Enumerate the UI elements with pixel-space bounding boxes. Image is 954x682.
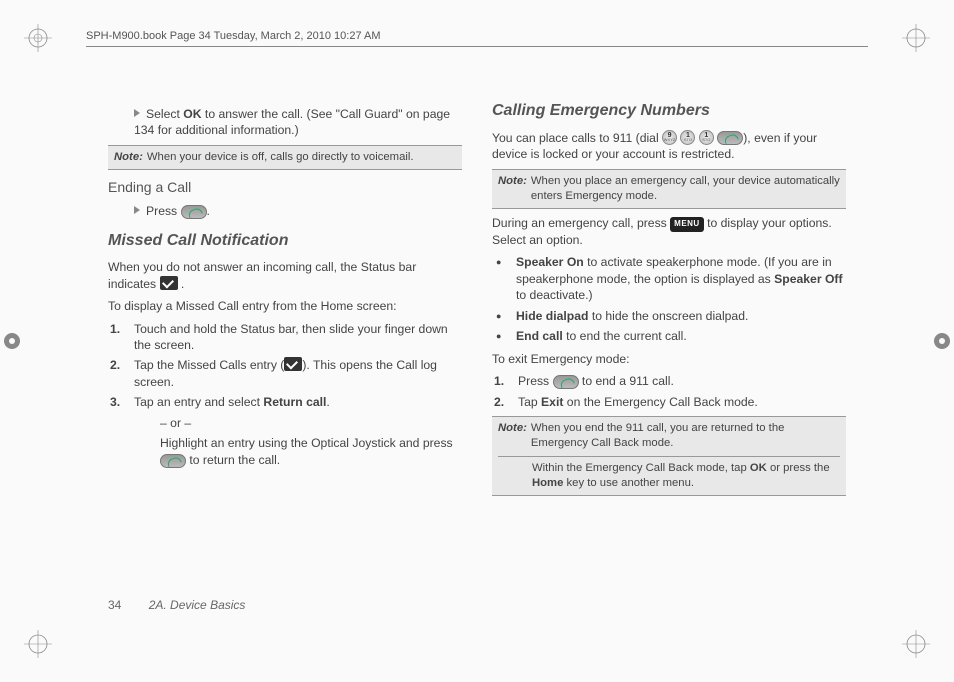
text: Press bbox=[518, 374, 553, 388]
exit-label: Exit bbox=[541, 395, 563, 409]
note-box-2: Note: When you place an emergency call, … bbox=[492, 169, 846, 210]
missed-steps: Touch and hold the Status bar, then slid… bbox=[108, 321, 462, 469]
speaker-on-label: Speaker On bbox=[516, 255, 584, 269]
ending-call-step: Press . bbox=[108, 203, 462, 219]
crop-mark-br bbox=[902, 630, 930, 658]
missed-call-icon bbox=[284, 357, 302, 371]
section-title: 2A. Device Basics bbox=[149, 598, 246, 612]
ending-call-heading: Ending a Call bbox=[108, 178, 462, 197]
text: During an emergency call, press bbox=[492, 216, 670, 230]
note-label: Note: bbox=[498, 174, 527, 205]
crop-mark-tl bbox=[24, 24, 52, 52]
note-divider bbox=[498, 456, 840, 457]
note-text: When you place an emergency call, your d… bbox=[531, 174, 840, 205]
right-column: Calling Emergency Numbers You can place … bbox=[492, 100, 846, 582]
missed-p1: When you do not answer an incoming call,… bbox=[108, 259, 462, 292]
text: Tap bbox=[518, 395, 541, 409]
exit-emergency-head: To exit Emergency mode: bbox=[492, 351, 846, 367]
note-label: Note: bbox=[114, 150, 143, 165]
key-1-icon: 1STO bbox=[699, 130, 714, 145]
crop-mark-tr bbox=[902, 24, 930, 52]
hide-dialpad-label: Hide dialpad bbox=[516, 309, 588, 323]
crop-mark-bl bbox=[24, 630, 52, 658]
text: to end the current call. bbox=[563, 329, 687, 343]
text: to return the call. bbox=[186, 453, 280, 467]
emergency-p2: During an emergency call, press MENU to … bbox=[492, 215, 846, 248]
step-1: Touch and hold the Status bar, then slid… bbox=[124, 321, 462, 354]
text: to hide the onscreen dialpad. bbox=[588, 309, 748, 323]
home-label: Home bbox=[532, 477, 563, 489]
text: When you do not answer an incoming call,… bbox=[108, 260, 416, 290]
text: Within the Emergency Call Back mode, tap bbox=[532, 462, 750, 474]
step-3: Tap an entry and select Return call. – o… bbox=[124, 394, 462, 468]
ok-label: OK bbox=[750, 462, 767, 474]
text: Press bbox=[146, 204, 181, 218]
page-number: 34 bbox=[108, 598, 121, 612]
emergency-heading: Calling Emergency Numbers bbox=[492, 100, 846, 122]
text: or press the bbox=[767, 462, 830, 474]
text: Touch and hold the Status bar, then slid… bbox=[134, 322, 448, 352]
menu-key-icon: MENU bbox=[670, 217, 704, 232]
key-1-icon: 1STO bbox=[680, 130, 695, 145]
opt-hide-dialpad: Hide dialpad to hide the onscreen dialpa… bbox=[508, 308, 846, 324]
text: . bbox=[326, 395, 329, 409]
end-call-label: End call bbox=[516, 329, 563, 343]
missed-p2: To display a Missed Call entry from the … bbox=[108, 298, 462, 314]
side-bleed-mark-left bbox=[2, 331, 22, 351]
triangle-bullet-icon bbox=[134, 109, 140, 117]
note-text-2: Within the Emergency Call Back mode, tap… bbox=[498, 461, 840, 492]
note-box-3: Note: When you end the 911 call, you are… bbox=[492, 416, 846, 496]
return-call-label: Return call bbox=[263, 395, 326, 409]
missed-call-heading: Missed Call Notification bbox=[108, 230, 462, 252]
ok-label: OK bbox=[183, 107, 201, 121]
text: key to use another menu. bbox=[563, 477, 694, 489]
intro-line: Select OK to answer the call. (See "Call… bbox=[108, 106, 462, 139]
call-key-icon bbox=[717, 131, 743, 145]
missed-call-icon bbox=[160, 276, 178, 290]
exit-step-1: Press to end a 911 call. bbox=[508, 373, 846, 389]
note-box-1: Note: When your device is off, calls go … bbox=[108, 145, 462, 170]
emergency-p1: You can place calls to 911 (dial 9WXYZ 1… bbox=[492, 130, 846, 163]
content-columns: Select OK to answer the call. (See "Call… bbox=[108, 100, 846, 582]
left-column: Select OK to answer the call. (See "Call… bbox=[108, 100, 462, 582]
text: Tap an entry and select bbox=[134, 395, 263, 409]
page-footer: 34 2A. Device Basics bbox=[108, 598, 245, 612]
text: Highlight an entry using the Optical Joy… bbox=[160, 436, 453, 450]
note-text: When your device is off, calls go direct… bbox=[147, 150, 456, 165]
exit-steps: Press to end a 911 call. Tap Exit on the… bbox=[492, 373, 846, 410]
step-2: Tap the Missed Calls entry (). This open… bbox=[124, 357, 462, 390]
side-bleed-mark-right bbox=[932, 331, 952, 351]
key-9-icon: 9WXYZ bbox=[662, 130, 677, 145]
text: Tap the Missed Calls entry ( bbox=[134, 358, 284, 372]
text: to end a 911 call. bbox=[579, 374, 674, 388]
emergency-options: Speaker On to activate speakerphone mode… bbox=[492, 254, 846, 344]
text: on the Emergency Call Back mode. bbox=[563, 395, 757, 409]
note-label: Note: bbox=[498, 421, 527, 452]
header-rule bbox=[86, 46, 868, 47]
exit-step-2: Tap Exit on the Emergency Call Back mode… bbox=[508, 394, 846, 410]
speaker-off-label: Speaker Off bbox=[774, 272, 842, 286]
opt-speaker: Speaker On to activate speakerphone mode… bbox=[508, 254, 846, 303]
text: You can place calls to 911 (dial bbox=[492, 131, 662, 145]
call-key-icon bbox=[181, 205, 207, 219]
opt-end-call: End call to end the current call. bbox=[508, 328, 846, 344]
text: to deactivate.) bbox=[516, 288, 593, 302]
call-key-icon bbox=[160, 454, 186, 468]
text: Select bbox=[146, 107, 183, 121]
or-separator: – or – bbox=[134, 415, 462, 431]
note-text: When you end the 911 call, you are retur… bbox=[531, 421, 840, 452]
step-3-alt: Highlight an entry using the Optical Joy… bbox=[134, 435, 462, 468]
running-header: SPH-M900.book Page 34 Tuesday, March 2, … bbox=[86, 30, 381, 42]
call-key-icon bbox=[553, 375, 579, 389]
triangle-bullet-icon bbox=[134, 206, 140, 214]
